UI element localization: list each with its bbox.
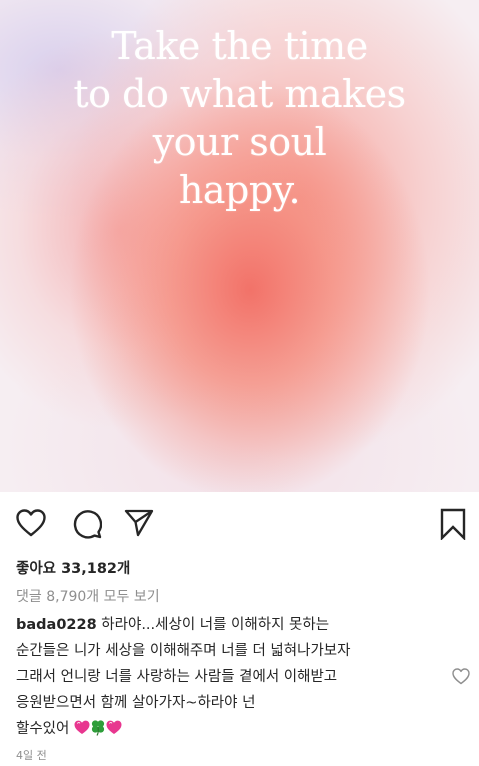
four-leaf-clover-icon: [91, 720, 105, 736]
caption-username[interactable]: bada0228: [16, 617, 97, 633]
post-caption: bada0228 하라야...세상이 너를 이해하지 못하는 순간들은 니가 세…: [16, 612, 446, 742]
caption-line: 그래서 언니랑 너를 사랑하는 사람들 곁에서 이해받고: [16, 669, 338, 685]
pink-heart-icon: [74, 720, 90, 734]
image-quote-text: Take the time to do what makes your soul…: [0, 22, 479, 214]
post-timestamp: 4일 전: [16, 749, 47, 762]
quote-line: Take the time: [111, 24, 368, 68]
quote-line: happy.: [178, 168, 301, 212]
caption-line: 순간들은 니가 세상을 이해해주며 너를 더 넓혀나가보자: [16, 643, 351, 659]
caption-line: 할수있어: [16, 716, 446, 742]
heart-outline-icon[interactable]: [16, 509, 46, 537]
caption-line: bada0228 하라야...세상이 너를 이해하지 못하는: [16, 612, 446, 638]
paper-plane-icon[interactable]: [124, 509, 154, 537]
post-image[interactable]: Take the time to do what makes your soul…: [0, 0, 479, 492]
caption-line: 응원받으면서 함께 살아가자~하라야 넌: [16, 695, 256, 711]
comment-bubble-icon[interactable]: [72, 509, 102, 539]
quote-line: your soul: [152, 120, 327, 164]
view-all-comments-link[interactable]: 댓글 8,790개 모두 보기: [16, 586, 160, 606]
bookmark-outline-icon[interactable]: [440, 508, 466, 540]
caption-text: 하라야...세상이 너를 이해하지 못하는: [96, 617, 330, 633]
caption-like-heart-icon[interactable]: [452, 668, 470, 685]
likes-count[interactable]: 좋아요 33,182개: [16, 557, 130, 578]
quote-line: to do what makes: [73, 72, 406, 116]
caption-text: 할수있어: [16, 721, 70, 737]
action-bar: [0, 500, 479, 548]
pink-heart-icon: [106, 720, 122, 734]
